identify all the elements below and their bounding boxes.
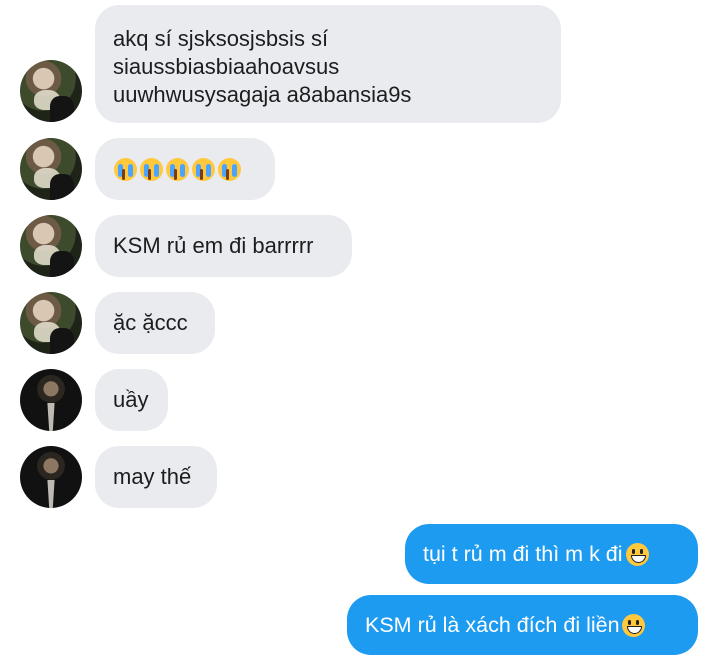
message-bubble[interactable] xyxy=(95,138,275,200)
message-text: siaussbiasbiaahoavsus xyxy=(113,54,340,79)
message-bubble[interactable]: akq sí sjsksosjsbsis sí siaussbiasbiaaho… xyxy=(95,5,561,123)
avatar[interactable] xyxy=(20,138,82,200)
message-bubble[interactable]: may thế xyxy=(95,446,217,508)
avatar[interactable] xyxy=(20,292,82,354)
message-text: ặc ặccc xyxy=(113,310,188,335)
grinning-face-emoji xyxy=(621,613,645,637)
message-bubble[interactable]: ặc ặccc xyxy=(95,292,215,354)
message-text: KSM rủ em đi barrrrr xyxy=(113,233,314,258)
message-text: uuwhwusysagaja a8abansia9s xyxy=(113,82,412,107)
message-text: akq sí sjsksosjsbsis sí xyxy=(113,26,329,51)
message-text: KSM rủ là xách đích đi liền xyxy=(365,613,620,637)
message-bubble-outgoing[interactable]: KSM rủ là xách đích đi liền xyxy=(347,595,698,655)
avatar[interactable] xyxy=(20,369,82,431)
avatar[interactable] xyxy=(20,60,82,122)
crying-face-emoji xyxy=(166,157,189,181)
avatar[interactable] xyxy=(20,215,82,277)
message-text: uầy xyxy=(113,387,149,412)
message-bubble[interactable]: KSM rủ em đi barrrrr xyxy=(95,215,352,277)
crying-face-emoji xyxy=(218,157,241,181)
grinning-face-emoji xyxy=(625,542,649,566)
message-text: may thế xyxy=(113,464,192,489)
avatar[interactable] xyxy=(20,446,82,508)
crying-face-emoji xyxy=(114,157,137,181)
crying-face-emoji xyxy=(192,157,215,181)
crying-face-emoji xyxy=(140,157,163,181)
message-bubble[interactable]: uầy xyxy=(95,369,168,431)
message-text: tụi t rủ m đi thì m k đi xyxy=(423,542,623,566)
message-bubble-outgoing[interactable]: tụi t rủ m đi thì m k đi xyxy=(405,524,698,584)
